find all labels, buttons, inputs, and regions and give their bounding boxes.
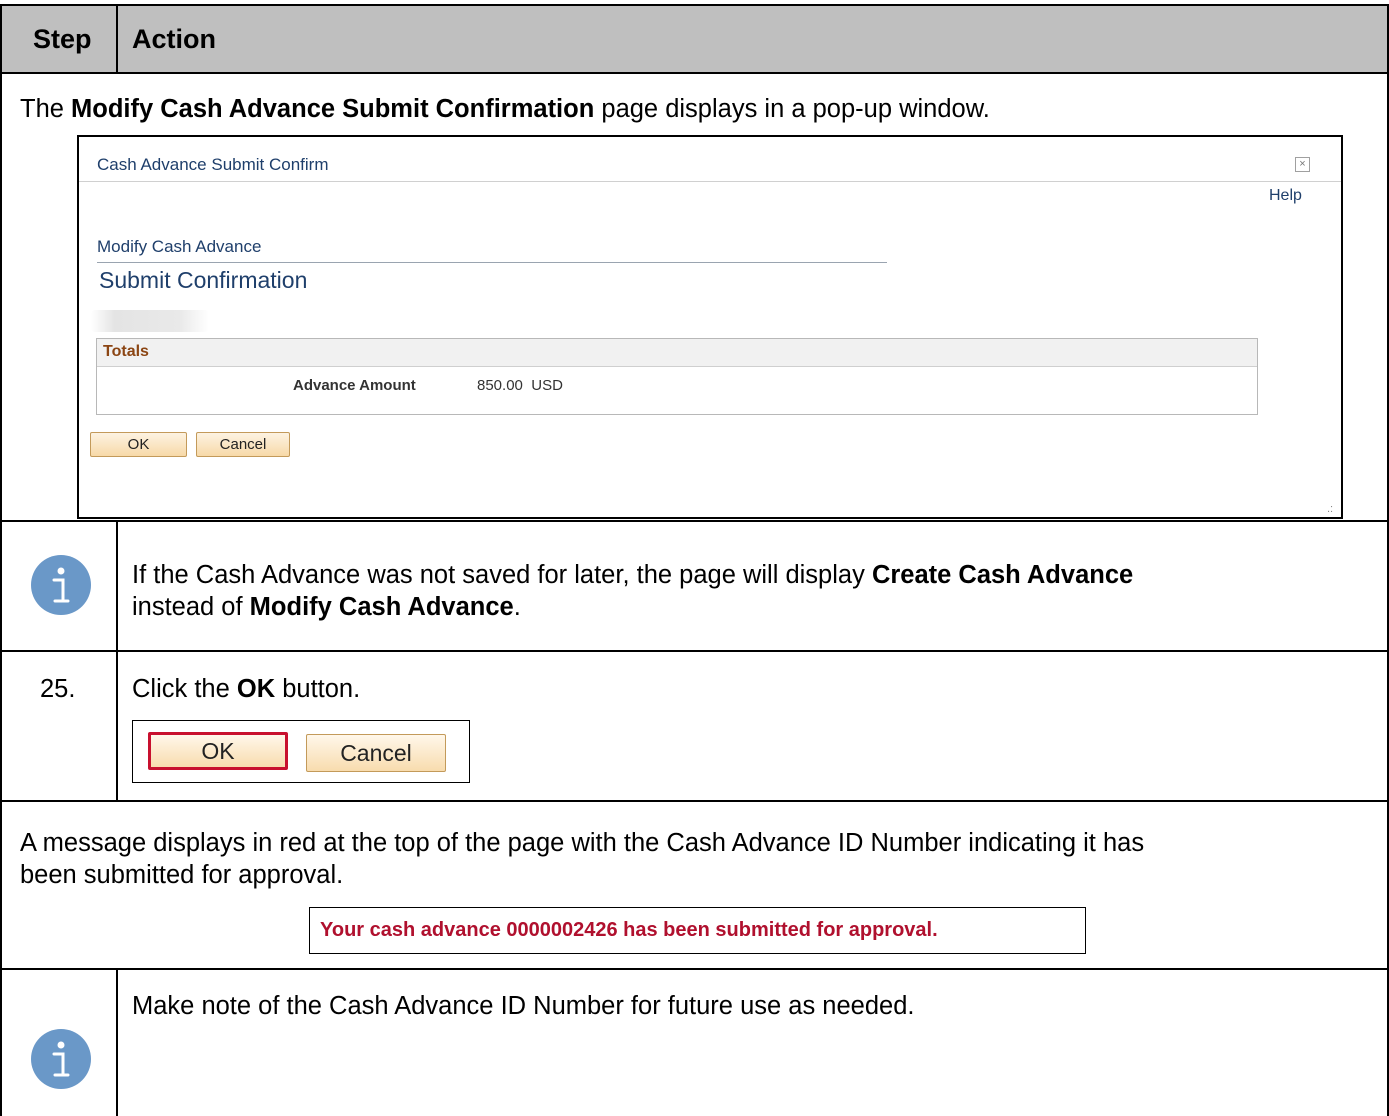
step-instruction: Click the OK button.: [132, 673, 360, 705]
confirmation-message-screenshot: Your cash advance 0000002426 has been su…: [309, 907, 1086, 954]
note1-line2: instead of: [132, 593, 250, 621]
totals-panel: Totals Advance Amount 850.00 USD: [96, 338, 1258, 415]
message-description-line1: A message displays in red at the top of …: [20, 829, 1145, 857]
help-link[interactable]: Help: [1269, 187, 1302, 205]
intro-text: The Modify Cash Advance Submit Confirmat…: [20, 93, 990, 125]
row-divider: [0, 72, 1389, 74]
note1-line2-end: .: [513, 593, 521, 621]
confirmation-message: Your cash advance 0000002426 has been su…: [320, 919, 938, 941]
step-text-end: button.: [275, 675, 361, 703]
page-subtitle: Modify Cash Advance: [97, 237, 262, 256]
table-border-left: [0, 4, 2, 1116]
step-column-header: Step: [33, 24, 92, 54]
note-create-cash-advance: If the Cash Advance was not saved for la…: [132, 559, 1133, 623]
message-description-line2: been submitted for approval.: [20, 861, 344, 889]
popup-title: Cash Advance Submit Confirm: [97, 155, 329, 174]
subtitle-underline: [97, 262, 887, 263]
row-divider: [0, 800, 1389, 802]
advance-amount-value: 850.00 USD: [477, 377, 563, 394]
row-divider: [0, 968, 1389, 970]
info-icon: [31, 555, 91, 615]
step-text-start: Click the: [132, 675, 237, 703]
note1-line1-bold: Create Cash Advance: [871, 561, 1134, 589]
table-border-top: [0, 4, 1389, 6]
totals-label: Totals: [103, 343, 149, 360]
cash-advance-popup-screenshot: Cash Advance Submit Confirm × Help Modif…: [77, 135, 1343, 519]
ok-button[interactable]: OK: [90, 432, 187, 457]
action-column-header: Action: [132, 24, 216, 54]
page-title: Submit Confirmation: [99, 267, 308, 293]
intro-text-start: The: [20, 95, 72, 123]
note1-line1: If the Cash Advance was not saved for la…: [132, 561, 872, 589]
note-cash-advance-id: Make note of the Cash Advance ID Number …: [132, 992, 915, 1020]
info-icon: [31, 1029, 91, 1089]
message-description: A message displays in red at the top of …: [20, 827, 1144, 891]
ok-button-highlighted[interactable]: OK: [148, 732, 288, 770]
resize-handle-icon[interactable]: .:: [1327, 503, 1333, 515]
column-divider: [116, 520, 118, 802]
note1-line2-bold: Modify Cash Advance: [249, 593, 514, 621]
cancel-button[interactable]: Cancel: [196, 432, 290, 457]
close-icon[interactable]: ×: [1295, 157, 1310, 172]
intro-text-bold: Modify Cash Advance Submit Confirmation: [71, 95, 595, 123]
intro-text-end: page displays in a pop-up window.: [594, 95, 990, 123]
amount-number: 850.00: [477, 377, 523, 394]
amount-currency: USD: [531, 377, 563, 394]
column-divider: [116, 4, 118, 74]
advance-amount-label: Advance Amount: [293, 377, 416, 394]
totals-header: Totals: [97, 339, 1257, 367]
popup-title-divider: [79, 181, 1341, 182]
row-divider: [0, 520, 1389, 522]
cancel-button[interactable]: Cancel: [306, 734, 446, 772]
row-divider: [0, 650, 1389, 652]
blurred-name: [91, 310, 209, 332]
step-number: 25.: [40, 675, 76, 703]
column-divider: [116, 968, 118, 1116]
step-text-bold: OK: [236, 675, 276, 703]
buttons-screenshot: OK Cancel: [132, 720, 470, 783]
